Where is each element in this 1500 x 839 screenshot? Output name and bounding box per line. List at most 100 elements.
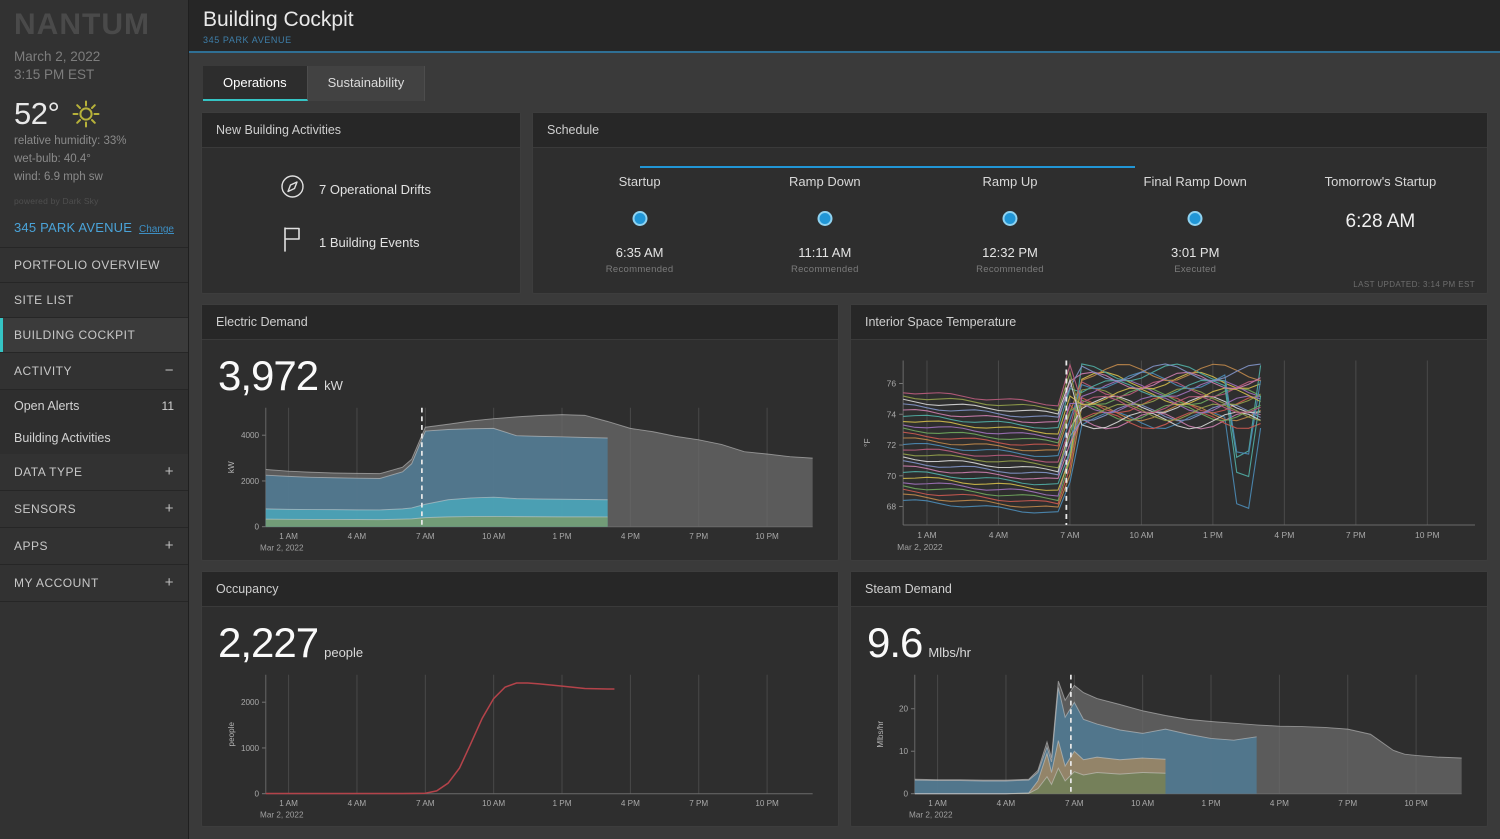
svg-text:Mar 2, 2022: Mar 2, 2022 <box>260 544 304 553</box>
sidebar-section-my-account[interactable]: MY ACCOUNT + <box>0 565 188 602</box>
timeline-track <box>639 166 1136 168</box>
open-alerts-count: 11 <box>161 399 174 413</box>
tab-sustainability[interactable]: Sustainability <box>307 66 426 101</box>
svg-text:2000: 2000 <box>241 477 260 486</box>
svg-text:°F: °F <box>862 438 872 447</box>
tab-operations[interactable]: Operations <box>203 66 308 101</box>
chart-electric-demand[interactable]: 0 2000 4000 1 AM 4 AM 7 AM 10 AM 1 PM 4 PM 7 PM 10… <box>210 402 832 556</box>
chart-occupancy[interactable]: 0 1000 2000 1 AM 4 AM 7 AM 10 AM 1 PM 4 PM 7 PM 10… <box>210 669 832 823</box>
svg-text:0: 0 <box>255 523 260 532</box>
event-name: Startup <box>618 174 661 189</box>
sidebar-section-sensors[interactable]: SENSORS + <box>0 491 188 528</box>
dashboard-grid: New Building Activities 7 Operational Dr… <box>189 101 1500 839</box>
plus-icon[interactable]: + <box>165 464 174 479</box>
svg-text:4 AM: 4 AM <box>989 530 1008 540</box>
sidebar-item-building-activities[interactable]: Building Activities <box>0 422 188 454</box>
change-site-link[interactable]: Change <box>139 224 174 235</box>
plus-icon[interactable]: + <box>165 575 174 590</box>
sidebar-section-data-type[interactable]: DATA TYPE + <box>0 454 188 491</box>
metric-value: 9.6 <box>867 618 923 666</box>
event-name: Ramp Down <box>789 174 861 189</box>
svg-text:10 AM: 10 AM <box>1131 799 1154 808</box>
timeline-dot[interactable] <box>817 211 833 226</box>
site-selector: 345 PARK AVENUE Change <box>0 206 188 247</box>
current-time: 3:15 PM EST <box>14 67 95 82</box>
event-time: 3:01 PM <box>1171 245 1220 260</box>
schedule-event-final-ramp-down[interactable]: Final Ramp Down 3:01 PM Executed <box>1103 174 1288 275</box>
svg-text:1 AM: 1 AM <box>279 799 298 808</box>
sidebar-datetime: March 2, 2022 3:15 PM EST <box>0 46 188 84</box>
card-title: Electric Demand <box>202 305 838 340</box>
timeline-dot[interactable] <box>632 211 648 226</box>
svg-text:4 AM: 4 AM <box>348 532 367 541</box>
svg-text:7 PM: 7 PM <box>689 799 708 808</box>
main-content: Building Cockpit 345 PARK AVENUE Operati… <box>189 0 1500 839</box>
sidebar-section-apps[interactable]: APPS + <box>0 528 188 565</box>
sidebar-item-portfolio-overview[interactable]: PORTFOLIO OVERVIEW <box>0 248 188 283</box>
schedule-event-tomorrows-startup[interactable]: Tomorrow's Startup 6:28 AM <box>1288 174 1473 275</box>
sidebar-item-label: Building Activities <box>14 431 111 445</box>
plus-icon[interactable]: + <box>165 538 174 553</box>
sidebar-section-activity[interactable]: ACTIVITY − <box>0 353 188 390</box>
schedule-event-startup[interactable]: Startup 6:35 AM Recommended <box>547 174 732 275</box>
app-logo[interactable]: NANTUM <box>0 0 188 46</box>
schedule-event-ramp-up[interactable]: Ramp Up 12:32 PM Recommended <box>917 174 1102 275</box>
sidebar-item-label: Open Alerts <box>14 399 80 413</box>
svg-text:4 PM: 4 PM <box>621 532 640 541</box>
card-body: Startup 6:35 AM Recommended Ramp Down 11… <box>533 148 1487 293</box>
chart-interior-space-temperature[interactable]: 68 70 72 74 76 1 AM 4 AM 7 AM 10 AM 1 PM 4 PM 7 PM 1… <box>859 354 1481 556</box>
activity-operational-drifts[interactable]: 7 Operational Drifts <box>280 174 506 204</box>
activity-building-events[interactable]: 1 Building Events <box>280 226 506 258</box>
svg-text:1 PM: 1 PM <box>553 799 572 808</box>
dashboard-row-3: Occupancy 2,227 people 0 1000 2000 1 AM 4 AM… <box>201 570 1488 827</box>
svg-text:Mar 2, 2022: Mar 2, 2022 <box>260 810 304 819</box>
plus-icon[interactable]: + <box>165 501 174 516</box>
metric-unit: Mlbs/hr <box>928 644 972 660</box>
site-name[interactable]: 345 PARK AVENUE <box>14 220 132 235</box>
sidebar-subgroup-activity: Open Alerts 11 Building Activities <box>0 390 188 454</box>
sidebar-item-building-cockpit[interactable]: BUILDING COCKPIT <box>0 318 188 353</box>
svg-text:10 PM: 10 PM <box>755 799 779 808</box>
svg-text:10 AM: 10 AM <box>1129 530 1153 540</box>
svg-text:10: 10 <box>899 747 909 756</box>
timeline-dot[interactable] <box>1002 211 1018 226</box>
svg-text:0: 0 <box>904 789 909 798</box>
svg-text:10 PM: 10 PM <box>1415 530 1440 540</box>
svg-text:76: 76 <box>887 379 897 389</box>
timeline-dot[interactable] <box>1187 211 1203 226</box>
sidebar-item-site-list[interactable]: SITE LIST <box>0 283 188 318</box>
chart-steam-demand[interactable]: 0 10 20 1 AM 4 AM 7 AM 10 AM 1 PM 4 PM 7 PM 10 PM M… <box>859 669 1481 823</box>
svg-text:70: 70 <box>887 471 897 481</box>
svg-text:Mar 2, 2022: Mar 2, 2022 <box>897 542 943 552</box>
metric-steam-demand: 9.6 Mlbs/hr <box>865 617 1473 667</box>
sidebar-section-label: ACTIVITY <box>14 364 73 378</box>
event-time: 6:28 AM <box>1345 211 1416 232</box>
activity-label: 1 Building Events <box>319 234 420 250</box>
schedule-event-ramp-down[interactable]: Ramp Down 11:11 AM Recommended <box>732 174 917 275</box>
schedule-timeline: Startup 6:35 AM Recommended Ramp Down 11… <box>547 158 1473 275</box>
sidebar-item-label: SITE LIST <box>14 293 74 307</box>
event-state: Recommended <box>976 264 1044 275</box>
card-title: Interior Space Temperature <box>851 305 1487 340</box>
sidebar-item-open-alerts[interactable]: Open Alerts 11 <box>0 390 188 422</box>
svg-text:1 AM: 1 AM <box>928 799 947 808</box>
sidebar-section-label: DATA TYPE <box>14 465 83 479</box>
weather-credit: powered by Dark Sky <box>14 196 99 206</box>
event-name: Final Ramp Down <box>1143 174 1247 189</box>
page-subtitle: 345 PARK AVENUE <box>203 35 292 45</box>
svg-text:Mlbs/hr: Mlbs/hr <box>876 720 885 747</box>
minus-icon[interactable]: − <box>165 363 174 378</box>
compass-icon <box>280 174 305 204</box>
svg-text:1 AM: 1 AM <box>917 530 936 540</box>
event-time: 6:35 AM <box>615 245 664 260</box>
dashboard-row-1: New Building Activities 7 Operational Dr… <box>201 112 1488 294</box>
card-body: 7 Operational Drifts 1 Building Events <box>202 148 520 293</box>
page-header: Building Cockpit 345 PARK AVENUE <box>189 0 1500 53</box>
svg-text:1 PM: 1 PM <box>553 532 572 541</box>
card-body: 68 70 72 74 76 1 AM 4 AM 7 AM 10 AM 1 PM 4 PM 7 PM 1… <box>851 340 1487 560</box>
svg-text:4 PM: 4 PM <box>621 799 640 808</box>
tab-bar: Operations Sustainability <box>189 53 1500 101</box>
metric-occupancy: 2,227 people <box>216 617 824 667</box>
svg-text:kW: kW <box>227 461 236 473</box>
sidebar-section-label: SENSORS <box>14 502 77 516</box>
